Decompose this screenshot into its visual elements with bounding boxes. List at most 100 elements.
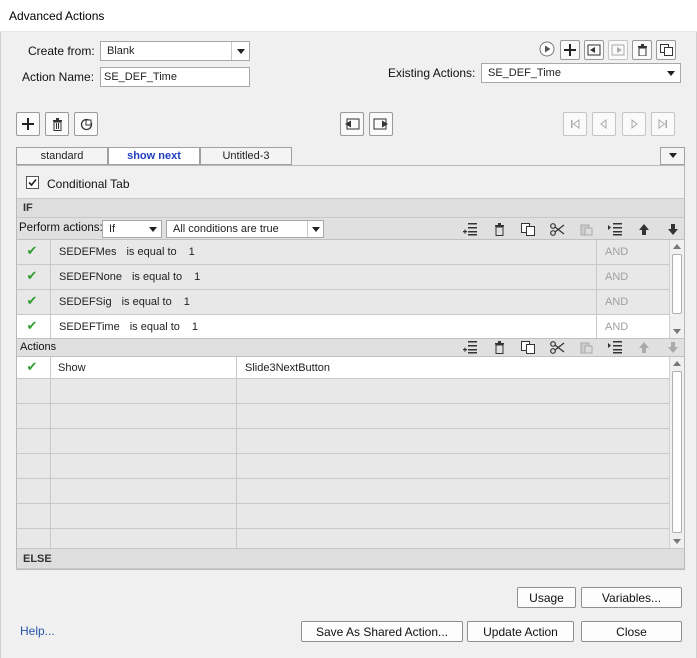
tab-untitled-3[interactable]: Untitled-3 <box>200 147 292 165</box>
chevron-down-icon <box>231 42 249 60</box>
move-up-icon[interactable] <box>635 338 653 356</box>
action-target[interactable] <box>237 454 669 478</box>
action-command[interactable] <box>51 429 237 453</box>
scroll-thumb[interactable] <box>672 371 682 533</box>
delete-tab-button[interactable] <box>45 112 69 136</box>
action-target[interactable] <box>237 379 669 403</box>
move-down-icon[interactable] <box>664 338 682 356</box>
scroll-down-icon[interactable] <box>673 329 681 334</box>
condition-logic[interactable]: AND <box>597 265 667 289</box>
top-action-icons <box>538 40 676 60</box>
scroll-down-icon[interactable] <box>673 539 681 544</box>
tab-standard[interactable]: standard <box>16 147 108 165</box>
export-icon[interactable] <box>608 40 628 60</box>
action-command[interactable] <box>51 379 237 403</box>
action-row[interactable] <box>17 429 669 454</box>
insert-row-after-icon[interactable] <box>606 220 624 238</box>
check-icon <box>27 293 40 309</box>
update-action-button[interactable]: Update Action <box>467 621 574 642</box>
conditions-scrollbar[interactable] <box>669 240 684 338</box>
chevron-down-icon <box>662 64 680 82</box>
move-up-icon[interactable] <box>635 220 653 238</box>
condition-row[interactable]: SEDEFNone is equal to 1 AND <box>17 265 669 290</box>
first-tab-icon[interactable] <box>563 112 587 136</box>
next-tab-icon[interactable] <box>622 112 646 136</box>
action-target[interactable] <box>237 429 669 453</box>
help-link[interactable]: Help... <box>20 624 55 638</box>
condition-row[interactable]: SEDEFMes is equal to 1 AND <box>17 240 669 265</box>
condition-logic[interactable]: AND <box>597 315 667 339</box>
condition-logic[interactable]: AND <box>597 290 667 314</box>
cut-row-icon[interactable] <box>548 220 566 238</box>
insert-row-icon[interactable] <box>461 338 479 356</box>
preview-play-icon[interactable] <box>538 40 556 58</box>
condition-row[interactable]: SEDEFSig is equal to 1 AND <box>17 290 669 315</box>
action-target[interactable] <box>237 504 669 528</box>
condition-row[interactable]: SEDEFTime is equal to 1 AND <box>17 315 669 340</box>
existing-actions-dropdown[interactable]: SE_DEF_Time <box>481 63 681 83</box>
action-target[interactable] <box>237 479 669 503</box>
create-from-dropdown[interactable]: Blank <box>100 41 250 61</box>
move-down-icon[interactable] <box>664 220 682 238</box>
paste-row-icon[interactable] <box>577 338 595 356</box>
delete-row-icon[interactable] <box>490 338 508 356</box>
actions-scrollbar[interactable] <box>669 357 684 548</box>
add-tab-button[interactable] <box>16 112 40 136</box>
insert-row-after-icon[interactable] <box>606 338 624 356</box>
duplicate-tab-button[interactable] <box>74 112 98 136</box>
move-tab-right-button[interactable] <box>369 112 393 136</box>
action-row[interactable] <box>17 454 669 479</box>
move-tab-left-button[interactable] <box>340 112 364 136</box>
paste-row-icon[interactable] <box>577 220 595 238</box>
action-row[interactable] <box>17 404 669 429</box>
action-command[interactable] <box>51 404 237 428</box>
action-row[interactable] <box>17 529 669 548</box>
action-command[interactable] <box>51 529 237 548</box>
checkmark-icon <box>28 178 37 187</box>
action-command[interactable] <box>51 504 237 528</box>
previous-tab-icon[interactable] <box>592 112 616 136</box>
action-target[interactable] <box>237 404 669 428</box>
action-target[interactable]: Slide3NextButton <box>237 357 669 378</box>
action-row[interactable] <box>17 379 669 404</box>
action-name-field[interactable]: SE_DEF_Time <box>100 67 250 87</box>
condition-variable: SEDEFTime <box>59 321 120 333</box>
action-command[interactable] <box>51 479 237 503</box>
tab-show-next[interactable]: show next <box>108 147 200 165</box>
import-icon[interactable] <box>584 40 604 60</box>
conditional-tab-checkbox[interactable] <box>26 176 39 189</box>
delete-row-icon[interactable] <box>490 220 508 238</box>
delete-action-icon[interactable] <box>632 40 652 60</box>
action-command[interactable]: Show <box>51 357 237 378</box>
condition-mode-dropdown[interactable]: All conditions are true <box>166 220 324 238</box>
window-title: Advanced Actions <box>9 9 105 23</box>
copy-row-icon[interactable] <box>519 220 537 238</box>
else-label: ELSE <box>23 552 52 565</box>
scroll-up-icon[interactable] <box>673 361 681 366</box>
cut-row-icon[interactable] <box>548 338 566 356</box>
close-button[interactable]: Close <box>581 621 682 642</box>
save-as-shared-action-button[interactable]: Save As Shared Action... <box>301 621 463 642</box>
action-target[interactable] <box>237 529 669 548</box>
action-row[interactable] <box>17 504 669 529</box>
copy-row-icon[interactable] <box>519 338 537 356</box>
action-row[interactable] <box>17 479 669 504</box>
chevron-down-icon <box>145 221 161 237</box>
tab-list-dropdown[interactable] <box>660 147 685 165</box>
action-row[interactable]: Show Slide3NextButton <box>17 357 669 379</box>
perform-actions-dropdown[interactable]: If <box>102 220 162 238</box>
check-icon <box>27 359 40 375</box>
scroll-up-icon[interactable] <box>673 244 681 249</box>
condition-value: 1 <box>188 246 195 258</box>
last-tab-icon[interactable] <box>651 112 675 136</box>
usage-button[interactable]: Usage <box>517 587 576 608</box>
duplicate-action-icon[interactable] <box>656 40 676 60</box>
variables-button[interactable]: Variables... <box>581 587 682 608</box>
add-action-icon[interactable] <box>560 40 580 60</box>
perform-actions-label: Perform actions: <box>19 222 103 234</box>
action-name-label: Action Name: <box>22 70 95 84</box>
action-command[interactable] <box>51 454 237 478</box>
insert-row-icon[interactable] <box>461 220 479 238</box>
condition-logic[interactable]: AND <box>597 240 667 264</box>
scroll-thumb[interactable] <box>672 254 682 314</box>
